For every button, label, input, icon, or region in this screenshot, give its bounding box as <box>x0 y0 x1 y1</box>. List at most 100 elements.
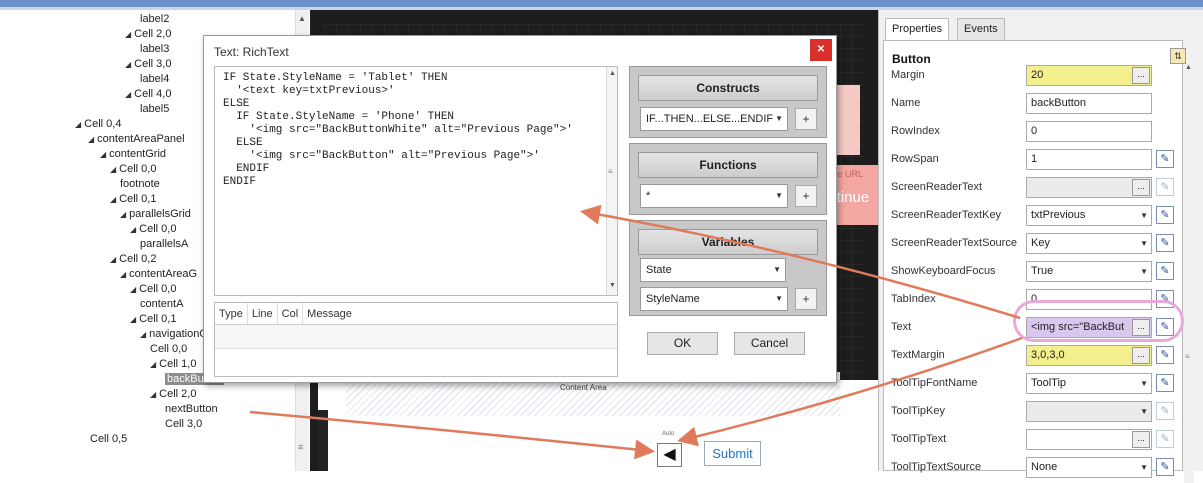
tree-item[interactable]: ◢ Cell 0,1 <box>130 312 176 327</box>
variables-object-select[interactable]: State ▼ <box>640 258 786 282</box>
close-button[interactable]: ✕ <box>810 39 832 61</box>
column-line[interactable]: Line <box>248 303 278 324</box>
expand-arrow-icon[interactable]: ◢ <box>120 210 126 219</box>
expand-arrow-icon[interactable]: ◢ <box>120 270 126 279</box>
chevron-down-icon[interactable]: ▼ <box>1140 262 1148 281</box>
property-value[interactable]: True ▼ <box>1026 261 1152 282</box>
expand-arrow-icon[interactable]: ◢ <box>110 255 116 264</box>
ellipsis-button[interactable]: ... <box>1132 347 1150 364</box>
expand-arrow-icon[interactable]: ◢ <box>110 195 116 204</box>
tree-item[interactable]: ◢ Cell 0,0 <box>130 282 176 297</box>
expand-arrow-icon[interactable]: ◢ <box>130 225 136 234</box>
add-variable-button[interactable]: + <box>795 288 817 310</box>
tree-item[interactable]: label3 <box>140 42 169 57</box>
column-type[interactable]: Type <box>215 303 248 324</box>
expand-arrow-icon[interactable]: ◢ <box>130 315 136 324</box>
chevron-down-icon[interactable]: ▼ <box>1140 206 1148 225</box>
expand-arrow-icon[interactable]: ◢ <box>150 360 156 369</box>
tree-item[interactable]: ◢ contentGrid <box>100 147 166 162</box>
tree-item[interactable]: nextButton <box>165 402 218 417</box>
tree-item[interactable]: Cell 0,5 <box>90 432 127 447</box>
expression-edit-icon[interactable]: ✎ <box>1156 178 1174 196</box>
tree-item[interactable]: parallelsA <box>140 237 188 252</box>
expand-arrow-icon[interactable]: ◢ <box>75 120 81 129</box>
ellipsis-button[interactable]: ... <box>1132 179 1150 196</box>
tree-item[interactable]: ◢ Cell 0,0 <box>110 162 156 177</box>
expression-edit-icon[interactable]: ✎ <box>1156 458 1174 476</box>
tree-item[interactable]: ◢ contentAreaPanel <box>88 132 185 147</box>
tree-item[interactable]: ◢ Cell 2,0 <box>125 27 171 42</box>
tree-item[interactable]: ◢ Cell 0,4 <box>75 117 121 132</box>
property-value[interactable]: txtPrevious ▼ <box>1026 205 1152 226</box>
tab-events[interactable]: Events <box>957 18 1005 40</box>
variables-property-select[interactable]: StyleName ▼ <box>640 287 788 311</box>
tree-item[interactable]: ◢ Cell 3,0 <box>125 57 171 72</box>
property-value[interactable]: 20... <box>1026 65 1152 86</box>
cancel-button[interactable]: Cancel <box>734 332 805 355</box>
expand-arrow-icon[interactable]: ◢ <box>100 150 106 159</box>
tree-item[interactable]: label5 <box>140 102 169 117</box>
expand-arrow-icon[interactable]: ◢ <box>150 390 156 399</box>
message-table[interactable]: Type Line Col Message <box>214 302 618 377</box>
expression-edit-icon[interactable]: ✎ <box>1156 206 1174 224</box>
property-value[interactable]: 0 <box>1026 121 1152 142</box>
scroll-up-icon[interactable]: ▲ <box>1185 64 1192 71</box>
tree-item[interactable]: Cell 0,0 <box>150 342 187 357</box>
property-value[interactable]: ... <box>1026 177 1152 198</box>
tree-item[interactable]: ◢ contentAreaG <box>120 267 197 282</box>
tree-item[interactable]: contentA <box>140 297 183 312</box>
expression-edit-icon[interactable]: ✎ <box>1156 402 1174 420</box>
scroll-up-icon[interactable]: ▲ <box>298 14 306 23</box>
scroll-down-icon[interactable]: ▼ <box>609 282 616 289</box>
tree-item[interactable]: ◢ Cell 0,0 <box>130 222 176 237</box>
ellipsis-button[interactable]: ... <box>1132 67 1150 84</box>
expand-arrow-icon[interactable]: ◢ <box>88 135 94 144</box>
column-message[interactable]: Message <box>303 303 356 324</box>
chevron-down-icon[interactable]: ▼ <box>1140 374 1148 393</box>
expand-arrow-icon[interactable]: ◢ <box>125 60 131 69</box>
expression-edit-icon[interactable]: ✎ <box>1156 150 1174 168</box>
property-value[interactable]: 3,0,3,0... <box>1026 345 1152 366</box>
expand-arrow-icon[interactable]: ◢ <box>125 90 131 99</box>
tree-item[interactable]: ◢ Cell 1,0 <box>150 357 196 372</box>
expression-edit-icon[interactable]: ✎ <box>1156 262 1174 280</box>
expression-edit-icon[interactable]: ✎ <box>1156 430 1174 448</box>
tree-item[interactable]: label4 <box>140 72 169 87</box>
column-col[interactable]: Col <box>278 303 304 324</box>
expression-edit-icon[interactable]: ✎ <box>1156 346 1174 364</box>
submit-button-preview[interactable]: Submit <box>704 441 761 466</box>
tree-item[interactable]: footnote <box>120 177 160 192</box>
code-scrollbar[interactable]: ▲ ≡ ▼ <box>606 67 617 295</box>
property-value[interactable]: Key ▼ <box>1026 233 1152 254</box>
functions-select[interactable]: * ▼ <box>640 184 788 208</box>
property-value[interactable]: 1 <box>1026 149 1152 170</box>
chevron-down-icon[interactable]: ▼ <box>1140 234 1148 253</box>
properties-scrollbar[interactable]: ▲ ≡ <box>1184 64 1194 483</box>
property-value[interactable]: ... <box>1026 429 1152 450</box>
expression-edit-icon[interactable]: ✎ <box>1156 234 1174 252</box>
chevron-down-icon[interactable]: ▼ <box>1140 458 1148 477</box>
expand-arrow-icon[interactable]: ◢ <box>110 165 116 174</box>
tree-item[interactable]: ◢ Cell 2,0 <box>150 387 196 402</box>
expand-arrow-icon[interactable]: ◢ <box>130 285 136 294</box>
expand-arrow-icon[interactable]: ◢ <box>140 330 146 339</box>
property-value[interactable]: ▼ <box>1026 401 1152 422</box>
expand-arrow-icon[interactable]: ◢ <box>125 30 131 39</box>
property-value[interactable]: ToolTip ▼ <box>1026 373 1152 394</box>
back-button-preview[interactable]: ◀ <box>657 443 682 467</box>
tree-item[interactable]: ◢ Cell 0,1 <box>110 192 156 207</box>
tree-item[interactable]: ◢ Cell 0,2 <box>110 252 156 267</box>
scroll-up-icon[interactable]: ▲ <box>609 70 616 77</box>
ellipsis-button[interactable]: ... <box>1132 431 1150 448</box>
tree-item[interactable]: label2 <box>140 12 169 27</box>
tree-item[interactable]: ◢ parallelsGrid <box>120 207 191 222</box>
tab-properties[interactable]: Properties <box>885 18 950 40</box>
code-editor[interactable]: IF State.StyleName = 'Tablet' THEN '<tex… <box>214 66 618 296</box>
property-value[interactable]: None ▼ <box>1026 457 1152 478</box>
tree-item[interactable]: Cell 3,0 <box>165 417 202 432</box>
ok-button[interactable]: OK <box>647 332 718 355</box>
property-value[interactable]: backButton <box>1026 93 1152 114</box>
add-function-button[interactable]: + <box>795 185 817 207</box>
expression-edit-icon[interactable]: ✎ <box>1156 374 1174 392</box>
tree-item[interactable]: ◢ Cell 4,0 <box>125 87 171 102</box>
